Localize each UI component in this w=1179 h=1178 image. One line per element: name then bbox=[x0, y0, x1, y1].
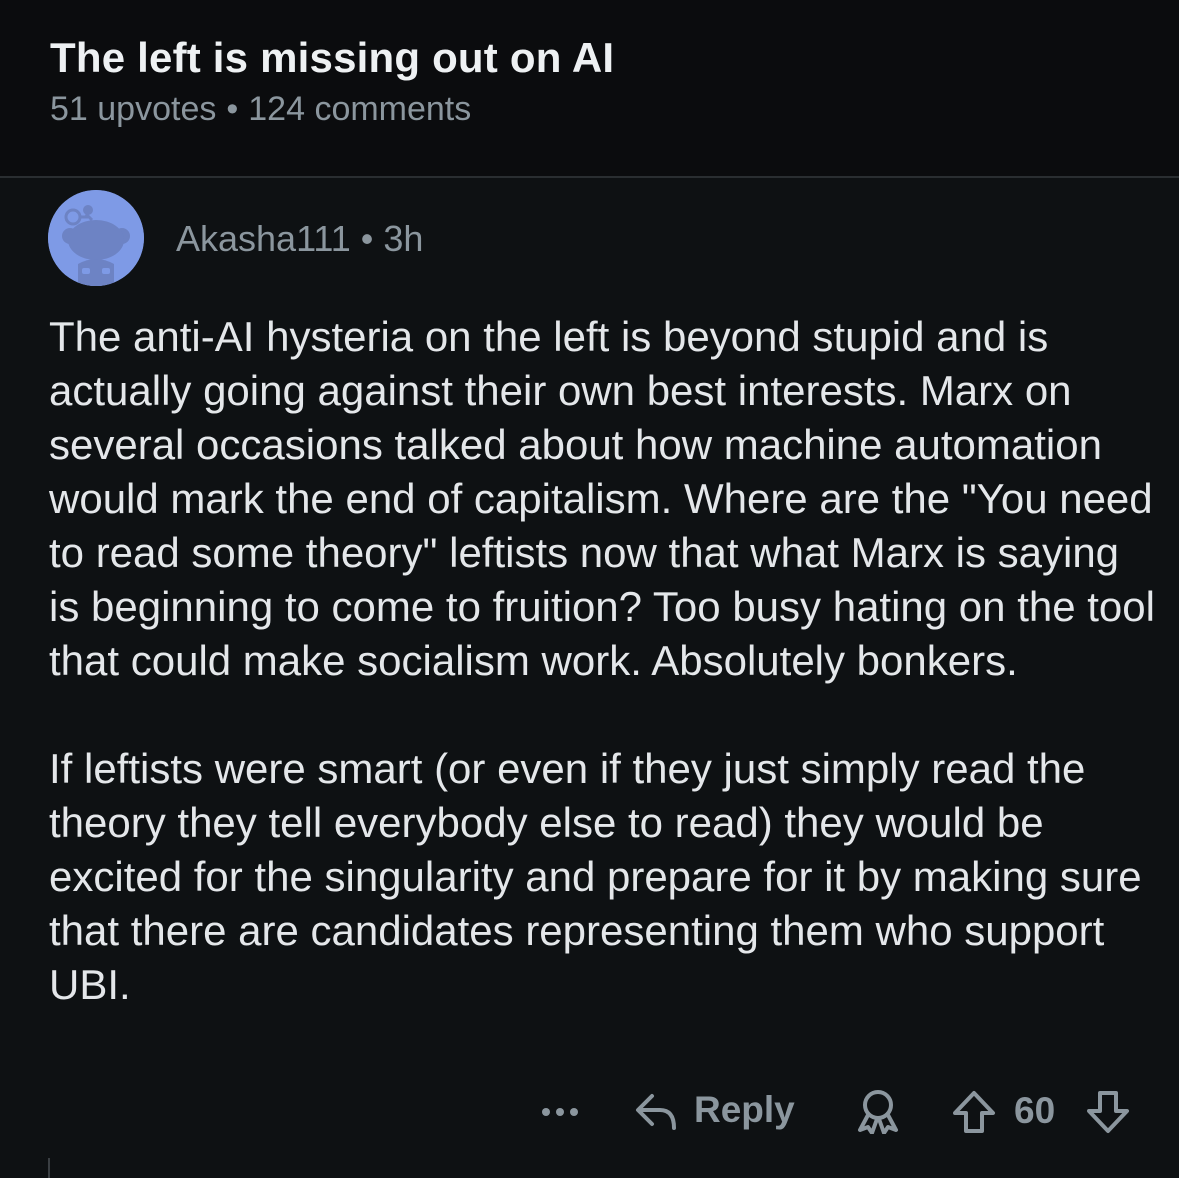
thread-line bbox=[48, 1158, 50, 1178]
comment-actions: Reply 60 bbox=[0, 1082, 1179, 1142]
upvote-arrow-icon[interactable] bbox=[950, 1088, 998, 1136]
reply-arrow-icon bbox=[636, 1094, 676, 1130]
upvote-count: 51 upvotes bbox=[50, 90, 217, 128]
snoo-avatar-icon bbox=[48, 190, 144, 286]
more-horizontal-icon[interactable] bbox=[538, 1090, 582, 1130]
comment-paragraph: If leftists were smart (or even if they … bbox=[49, 745, 1142, 1008]
downvote-arrow-icon[interactable] bbox=[1084, 1088, 1132, 1136]
comment-age: 3h bbox=[383, 218, 424, 259]
comment-count[interactable]: 124 comments bbox=[248, 90, 471, 128]
reply-button[interactable]: Reply bbox=[632, 1082, 795, 1138]
post-title[interactable]: The left is missing out on AI bbox=[50, 34, 614, 82]
post-meta: 51 upvotes • 124 comments bbox=[50, 90, 471, 129]
vote-count: 60 bbox=[1014, 1090, 1056, 1131]
reply-label: Reply bbox=[694, 1089, 795, 1130]
post-header: The left is missing out on AI 51 upvotes… bbox=[0, 0, 1179, 178]
comment-body: The anti-AI hysteria on the left is beyo… bbox=[49, 310, 1159, 1012]
award-icon[interactable] bbox=[852, 1088, 904, 1134]
comment-paragraph: The anti-AI hysteria on the left is beyo… bbox=[49, 313, 1155, 684]
author-separator: • bbox=[360, 218, 374, 259]
meta-separator: • bbox=[226, 90, 239, 128]
comment-author[interactable]: Akasha111 bbox=[176, 218, 351, 259]
comment-author-line: Akasha111 • 3h bbox=[176, 218, 423, 260]
avatar[interactable] bbox=[48, 190, 144, 286]
